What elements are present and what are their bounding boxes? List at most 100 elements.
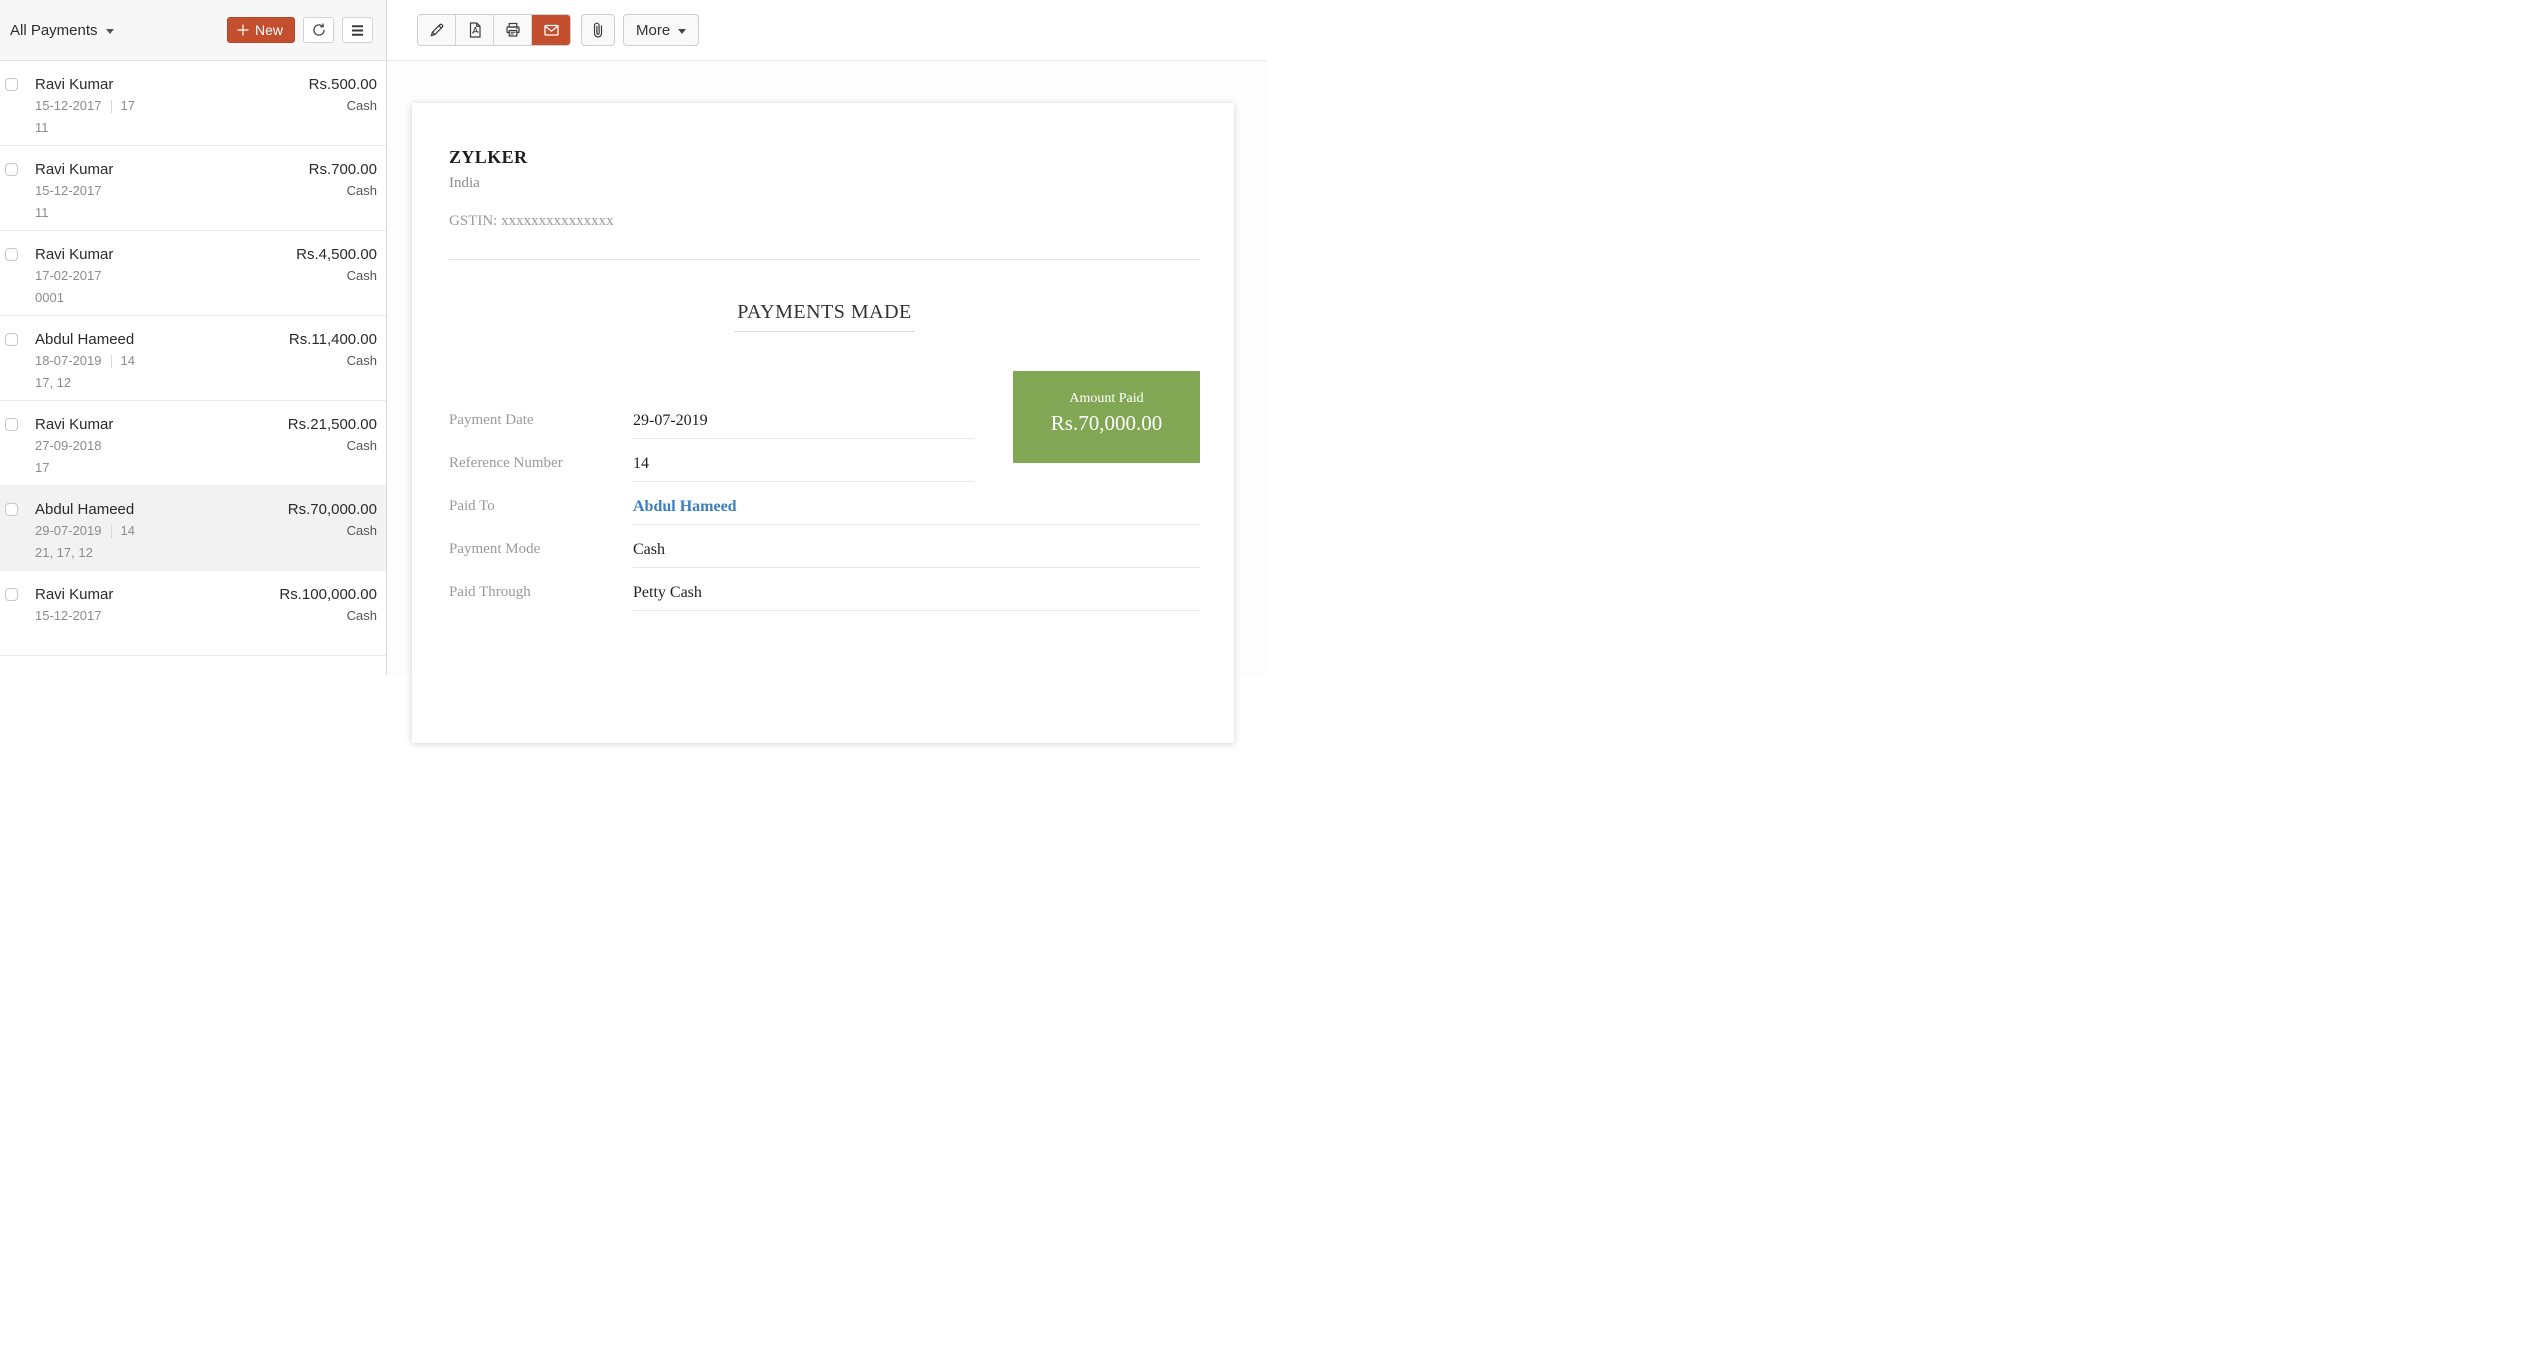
payment-list-item[interactable]: Abdul Hameed Rs.11,400.00 18-07-2019 14 … (0, 316, 386, 401)
payment-date: 29-07-2019 (35, 523, 102, 539)
field-value: Petty Cash (633, 583, 1200, 611)
plus-icon (236, 23, 250, 37)
bill-numbers: 0001 (35, 290, 377, 306)
payment-mode: Cash (347, 183, 377, 199)
mail-icon (542, 21, 561, 39)
document-title: PAYMENTS MADE (734, 301, 915, 332)
payment-list-item[interactable]: Ravi Kumar Rs.4,500.00 17-02-2017 Cash 0… (0, 231, 386, 316)
header-divider (449, 259, 1200, 260)
printer-icon (504, 21, 522, 39)
print-button[interactable] (494, 15, 532, 45)
payment-mode: Cash (347, 268, 377, 284)
payments-list: Ravi Kumar Rs.500.00 15-12-2017 17 Cash … (0, 61, 386, 675)
bill-numbers: 17, 12 (35, 375, 377, 391)
field-label: Payment Date (449, 411, 633, 430)
payment-amount: Rs.700.00 (309, 160, 377, 179)
pencil-icon (428, 21, 446, 39)
payment-amount: Rs.500.00 (309, 75, 377, 94)
detail-toolbar: More (387, 0, 1267, 61)
row-checkbox[interactable] (5, 163, 18, 176)
chevron-down-icon (106, 29, 114, 34)
payment-date: 15-12-2017 (35, 183, 102, 199)
paperclip-icon (590, 21, 606, 39)
payment-date: 15-12-2017 (35, 98, 102, 114)
attach-file-button[interactable] (581, 14, 615, 46)
payment-ref: 14 (121, 523, 135, 539)
row-checkbox[interactable] (5, 78, 18, 91)
payment-amount: Rs.11,400.00 (289, 330, 377, 349)
payee-name: Ravi Kumar (35, 415, 113, 434)
refresh-icon (311, 22, 327, 38)
paid-to-link[interactable]: Abdul Hameed (633, 497, 1200, 525)
payee-name: Abdul Hameed (35, 500, 134, 519)
field-row-payment-mode: Payment Mode Cash (449, 540, 1200, 568)
payments-filter-label: All Payments (10, 22, 98, 39)
toolbar-button-group (417, 14, 571, 46)
row-checkbox[interactable] (5, 418, 18, 431)
payment-amount: Rs.100,000.00 (279, 585, 377, 604)
payment-amount: Rs.70,000.00 (288, 500, 377, 519)
divider (111, 525, 112, 538)
payment-date: 17-02-2017 (35, 268, 102, 284)
edit-button[interactable] (418, 15, 456, 45)
payment-list-item[interactable]: Ravi Kumar Rs.700.00 15-12-2017 Cash 11 (0, 146, 386, 231)
row-checkbox[interactable] (5, 503, 18, 516)
divider (111, 100, 112, 113)
amount-paid-value: Rs.70,000.00 (1013, 411, 1200, 435)
payee-name: Ravi Kumar (35, 75, 113, 94)
payment-list-item[interactable]: Ravi Kumar Rs.500.00 15-12-2017 17 Cash … (0, 61, 386, 146)
payment-ref: 14 (121, 353, 135, 369)
row-checkbox[interactable] (5, 248, 18, 261)
new-button-label: New (255, 22, 283, 38)
amount-paid-box: Amount Paid Rs.70,000.00 (1013, 371, 1200, 463)
field-value: 14 (633, 454, 974, 482)
payments-filter-dropdown[interactable]: All Payments (10, 22, 114, 39)
pdf-button[interactable] (456, 15, 494, 45)
payment-amount: Rs.21,500.00 (288, 415, 377, 434)
field-value: Cash (633, 540, 1200, 568)
bill-numbers: 17 (35, 460, 377, 476)
field-label: Reference Number (449, 454, 633, 473)
field-row-paid-to: Paid To Abdul Hameed (449, 497, 1200, 525)
payment-mode: Cash (347, 523, 377, 539)
field-row-paid-through: Paid Through Petty Cash (449, 583, 1200, 611)
payment-document: Amount Paid Rs.70,000.00 ZYLKER India GS… (412, 103, 1234, 743)
payment-mode: Cash (347, 353, 377, 369)
chevron-down-icon (678, 29, 686, 34)
row-checkbox[interactable] (5, 588, 18, 601)
list-menu-button[interactable] (342, 17, 373, 43)
refresh-button[interactable] (303, 17, 334, 43)
field-label: Paid Through (449, 583, 633, 602)
document-canvas: Amount Paid Rs.70,000.00 ZYLKER India GS… (387, 61, 1267, 675)
payment-mode: Cash (347, 608, 377, 624)
company-country: India (449, 174, 1200, 192)
bill-numbers: 11 (35, 205, 377, 221)
field-label: Paid To (449, 497, 633, 516)
new-payment-button[interactable]: New (227, 17, 295, 43)
payment-ref: 17 (121, 98, 135, 114)
bill-numbers: 11 (35, 120, 377, 136)
payment-date: 18-07-2019 (35, 353, 102, 369)
payee-name: Abdul Hameed (35, 330, 134, 349)
payment-mode: Cash (347, 98, 377, 114)
bill-numbers: 21, 17, 12 (35, 545, 377, 561)
sidebar-header: All Payments New (0, 0, 386, 61)
sidebar-actions: New (227, 17, 373, 43)
field-value: 29-07-2019 (633, 411, 974, 439)
payment-list-item[interactable]: Ravi Kumar Rs.21,500.00 27-09-2018 Cash … (0, 401, 386, 486)
payee-name: Ravi Kumar (35, 245, 113, 264)
amount-paid-label: Amount Paid (1013, 391, 1200, 407)
payment-mode: Cash (347, 438, 377, 454)
payment-amount: Rs.4,500.00 (296, 245, 377, 264)
payment-list-item-selected[interactable]: Abdul Hameed Rs.70,000.00 29-07-2019 14 … (0, 486, 386, 571)
payments-app: All Payments New (0, 0, 1267, 675)
payee-name: Ravi Kumar (35, 160, 113, 179)
more-button[interactable]: More (623, 14, 699, 46)
divider (111, 355, 112, 368)
email-button[interactable] (532, 15, 570, 45)
payment-detail-panel: More Amount Paid Rs.70,000.00 ZYLKER Ind… (387, 0, 1267, 675)
payment-list-item[interactable]: Ravi Kumar Rs.100,000.00 15-12-2017 Cash (0, 571, 386, 656)
company-gstin: GSTIN: xxxxxxxxxxxxxxx (449, 212, 1200, 230)
row-checkbox[interactable] (5, 333, 18, 346)
pdf-file-icon (466, 21, 484, 39)
